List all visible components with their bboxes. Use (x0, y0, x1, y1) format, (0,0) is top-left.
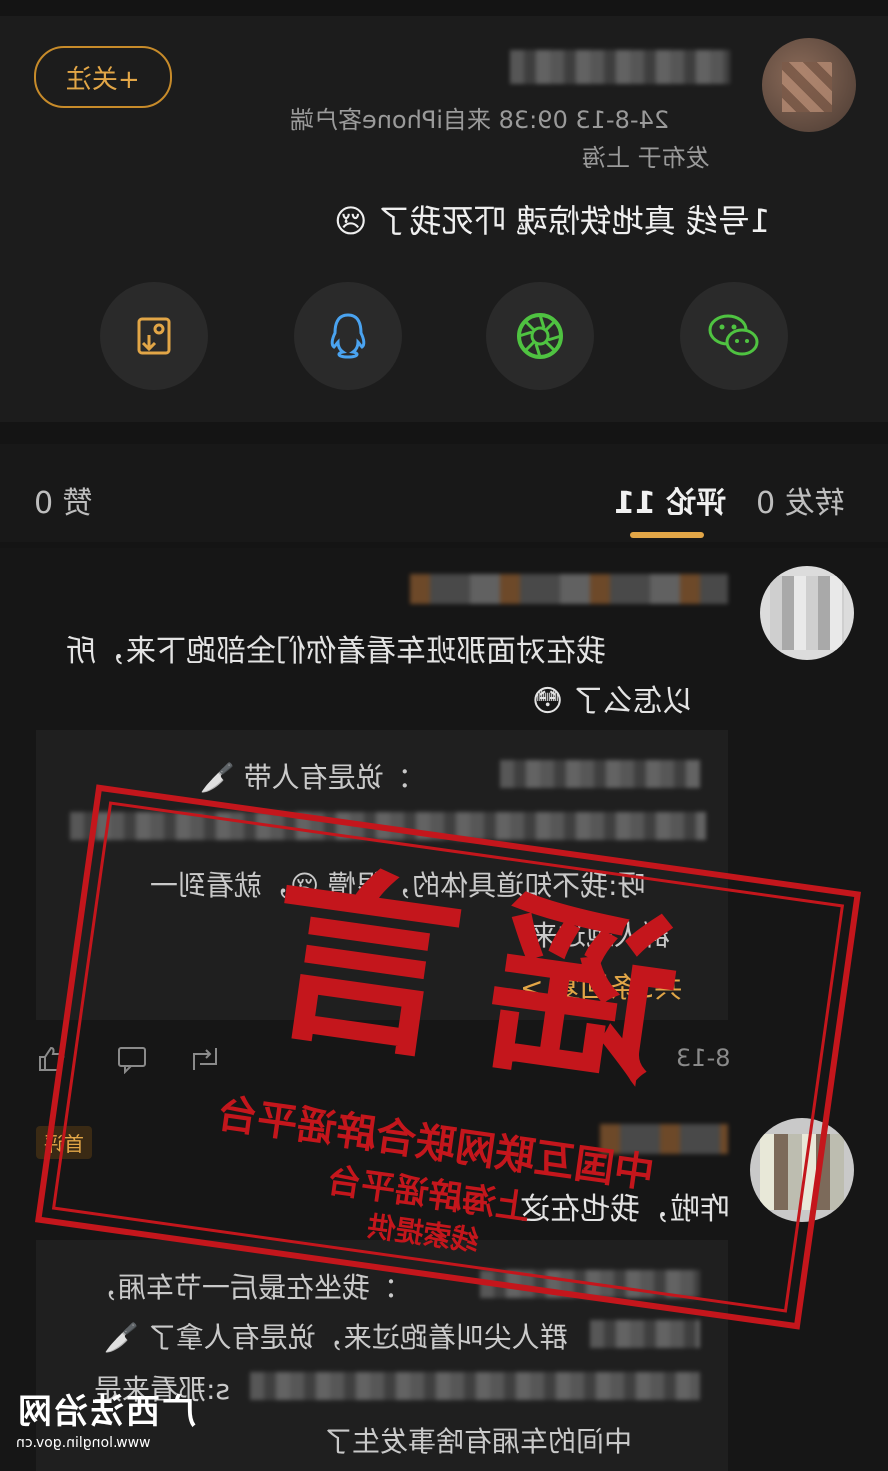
logo-url: www.longlin.gov.cn (16, 1435, 151, 1451)
tab-reposts[interactable]: 转发 0 (756, 478, 845, 522)
commenter-avatar[interactable] (760, 566, 854, 660)
reply-line: ：我坐在最后一节车厢， (90, 1271, 399, 1304)
tab-comments[interactable]: 评论 11 (614, 478, 726, 522)
post-text: 1号线 真地铁惊魂 吓死我了 😢 (334, 202, 771, 240)
tab-likes[interactable]: 赞 0 (34, 478, 93, 522)
commenter-name-blurred (410, 574, 728, 604)
username-blurred (510, 50, 730, 84)
reply-line: 中间的车厢有啥事发生了 (324, 1425, 633, 1458)
reply-line: ：说是有人带 🔪 (200, 761, 412, 794)
reply-user-blurred (590, 1320, 700, 1348)
active-tab-indicator (630, 532, 704, 538)
moments-icon (517, 313, 563, 359)
watermark-logo: 广西法治网 www.longlin.gov.cn (16, 1384, 196, 1451)
save-image-icon (137, 317, 171, 355)
author-avatar[interactable] (762, 38, 856, 132)
comment-text-line1: 我在对面那班车看着你们全部跑下来，所 (66, 634, 606, 669)
post-location: 发布于 上海 (582, 144, 710, 172)
moments-share-button[interactable] (486, 282, 594, 390)
tabs-bar (0, 444, 888, 542)
wechat-share-button[interactable] (680, 282, 788, 390)
follow-button[interactable]: +关注 (34, 46, 172, 108)
reply-user-blurred (250, 1372, 700, 1400)
comment-text-line2: 以怎么了 😳 (532, 684, 693, 719)
wechat-icon (708, 314, 759, 356)
qq-share-button[interactable] (294, 282, 402, 390)
qq-icon (330, 313, 366, 359)
logo-text: 广西法治网 (16, 1392, 196, 1432)
reply-line: 群人尖叫着跑过来，说是有人拿了 🔪 (104, 1321, 568, 1354)
reply-user-blurred (500, 760, 700, 788)
save-image-button[interactable] (100, 282, 208, 390)
post-meta: 24-8-13 09:38 来自iPhone客户端 (290, 106, 670, 134)
